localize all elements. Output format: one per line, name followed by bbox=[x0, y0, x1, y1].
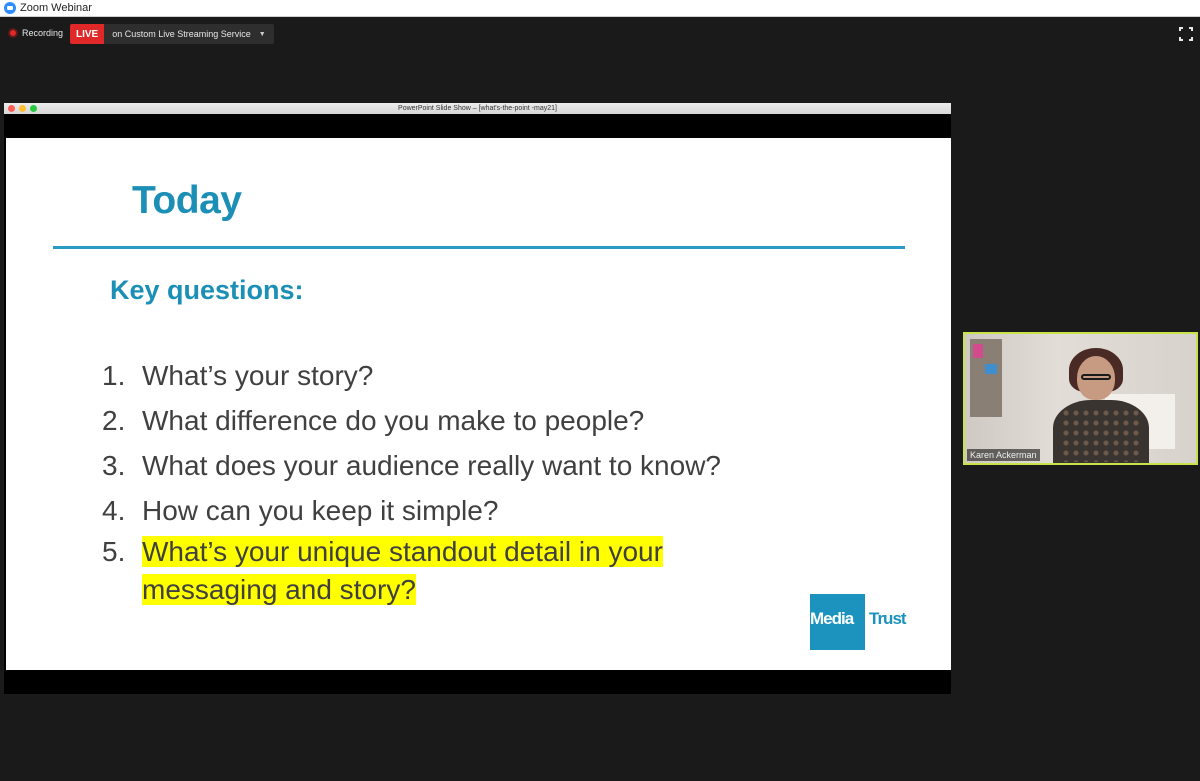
speaker-glasses bbox=[1081, 374, 1111, 380]
highlight-line-1: What’s your unique standout detail in yo… bbox=[142, 536, 663, 567]
list-number: 1. bbox=[102, 360, 126, 391]
window-titlebar: Zoom Webinar bbox=[0, 0, 1200, 17]
list-text: What difference do you make to people? bbox=[142, 405, 645, 436]
record-icon bbox=[8, 28, 18, 38]
slideshow-window-bar: PowerPoint Slide Show – [what's-the-poin… bbox=[4, 103, 951, 114]
list-number: 5. bbox=[102, 536, 126, 567]
zoom-app-icon bbox=[4, 2, 16, 14]
participant-name: Karen Ackerman bbox=[967, 449, 1040, 461]
list-text: What does your audience really want to k… bbox=[142, 450, 721, 481]
shelf-decoration bbox=[973, 344, 983, 358]
list-number: 3. bbox=[102, 450, 126, 481]
recording-label: Recording bbox=[22, 28, 64, 38]
slide-divider bbox=[53, 246, 905, 249]
speaker-video-tile[interactable]: Karen Ackerman bbox=[963, 332, 1198, 465]
list-item: 2. What difference do you make to people… bbox=[102, 398, 862, 443]
list-number: 4. bbox=[102, 495, 126, 526]
list-text: How can you keep it simple? bbox=[142, 495, 499, 526]
live-service-label: on Custom Live Streaming Service bbox=[112, 29, 251, 39]
live-badge: LIVE bbox=[70, 24, 105, 44]
list-text: What’s your story? bbox=[142, 360, 374, 391]
slide-subtitle: Key questions: bbox=[110, 275, 304, 305]
questions-list: 1. What’s your story? 2. What difference… bbox=[102, 353, 862, 609]
logo-text-media: Media bbox=[810, 609, 854, 628]
list-number: 2. bbox=[102, 405, 126, 436]
fullscreen-icon[interactable] bbox=[1179, 27, 1193, 41]
media-trust-logo: Media Trust bbox=[810, 594, 907, 650]
shelf-decoration bbox=[985, 364, 997, 374]
meeting-top-bar: Recording LIVE on Custom Live Streaming … bbox=[0, 17, 1200, 49]
live-service-dropdown[interactable]: on Custom Live Streaming Service ▼ bbox=[104, 24, 274, 44]
window-title: Zoom Webinar bbox=[20, 2, 92, 14]
recording-indicator[interactable]: Recording bbox=[8, 28, 63, 38]
logo-text-trust: Trust bbox=[869, 609, 907, 628]
list-text: What’s your unique standout detail in yo… bbox=[142, 533, 862, 609]
presentation-slide: Today Key questions: 1. What’s your stor… bbox=[6, 138, 951, 670]
slide-title: Today bbox=[132, 179, 242, 222]
shared-screen: PowerPoint Slide Show – [what's-the-poin… bbox=[4, 103, 951, 694]
live-stream-control[interactable]: LIVE on Custom Live Streaming Service ▼ bbox=[70, 24, 274, 44]
slideshow-window-title: PowerPoint Slide Show – [what's-the-poin… bbox=[398, 105, 557, 112]
speaker-body bbox=[1053, 400, 1149, 463]
highlight-line-2: messaging and story? bbox=[142, 574, 416, 605]
list-item: 4. How can you keep it simple? bbox=[102, 488, 862, 533]
list-item: 1. What’s your story? bbox=[102, 353, 862, 398]
list-item: 3. What does your audience really want t… bbox=[102, 443, 862, 488]
list-item-highlighted: 5. What’s your unique standout detail in… bbox=[102, 533, 862, 609]
caret-down-icon: ▼ bbox=[258, 30, 266, 38]
